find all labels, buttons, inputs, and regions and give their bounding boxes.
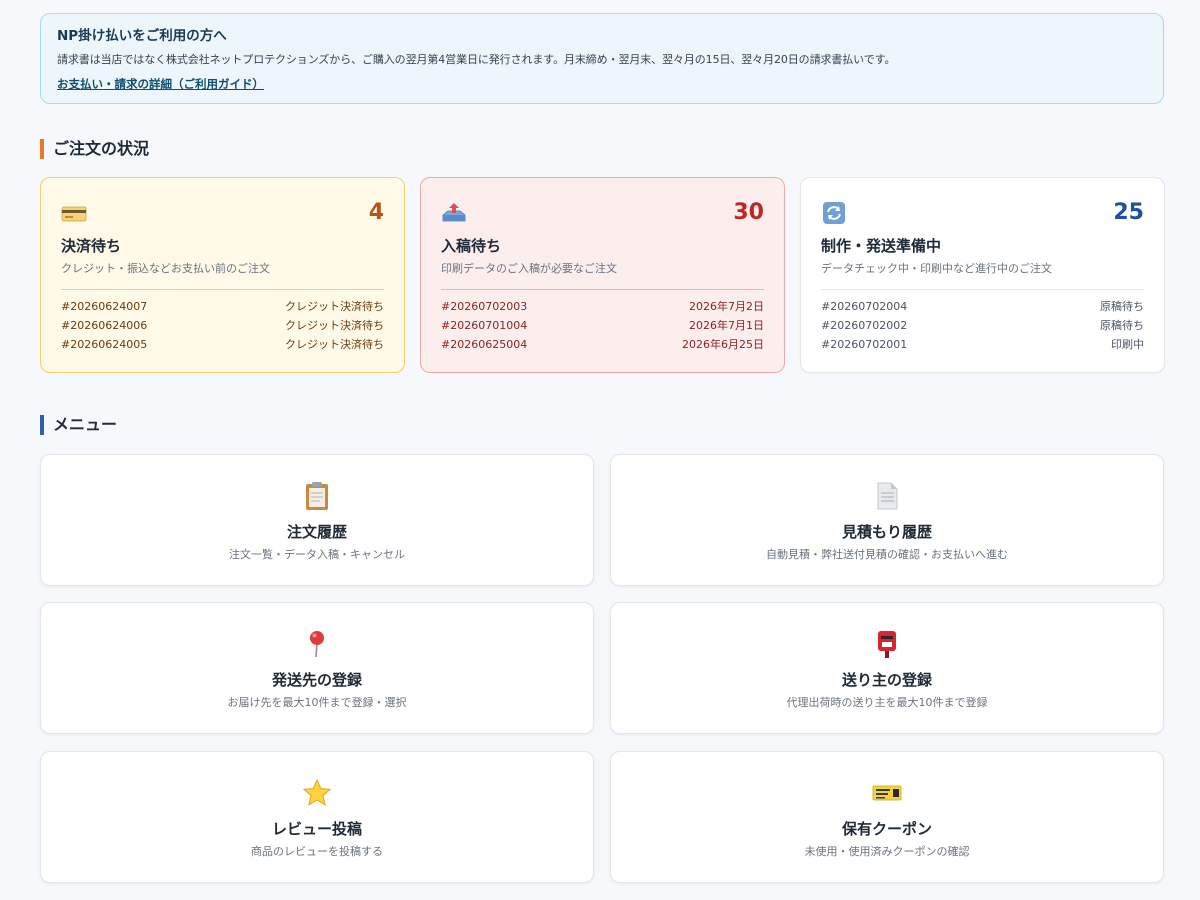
order-row[interactable]: #20260702001 印刷中 [821, 335, 1144, 354]
star-icon [302, 778, 332, 806]
notice-body: 請求書は当店ではなく株式会社ネットプロテクションズから、ご購入の翌月第4営業日に… [57, 53, 896, 66]
order-number: #20260701004 [441, 319, 528, 332]
order-state: 印刷中 [1111, 338, 1144, 351]
order-number: #20260702003 [441, 300, 528, 313]
order-row[interactable]: #20260625004 2026年6月25日 [441, 335, 764, 354]
order-row[interactable]: #20260624007 クレジット決済待ち [61, 297, 384, 316]
menu-coupons[interactable]: 保有クーポン 未使用・使用済みクーポンの確認 [610, 751, 1164, 883]
status-card-awaiting-payment[interactable]: 4 決済待ち クレジット・振込などお支払い前のご注文 #20260624007 ク… [40, 177, 405, 373]
order-state: クレジット決済待ち [285, 338, 384, 351]
menu-subtitle: 商品のレビューを投稿する [251, 845, 383, 858]
status-card-in-production[interactable]: 25 制作・発送準備中 データチェック中・印刷中など進行中のご注文 #20260… [800, 177, 1165, 373]
in-production-count: 25 [1113, 200, 1144, 225]
divider [821, 289, 1144, 290]
order-state: クレジット決済待ち [285, 319, 384, 332]
document-icon [877, 482, 898, 510]
status-card-title: 入稿待ち [441, 237, 502, 255]
menu-title: 発送先の登録 [271, 671, 362, 689]
order-number: #20260702004 [821, 300, 908, 313]
ticket-icon [872, 785, 902, 801]
payment-guide-link[interactable]: お支払い・請求の詳細（ご利用ガイド） [57, 76, 264, 92]
menu-subtitle: 自動見積・弊社送付見積の確認・お支払いへ進む [766, 548, 1008, 561]
menu-review-post[interactable]: レビュー投稿 商品のレビューを投稿する [40, 751, 594, 883]
order-number: #20260702002 [821, 319, 908, 332]
menu-heading: メニュー [40, 415, 117, 435]
menu-quote-history[interactable]: 見積もり履歴 自動見積・弊社送付見積の確認・お支払いへ進む [610, 454, 1164, 586]
order-row[interactable]: #20260702002 原稿待ち [821, 316, 1144, 335]
menu-title: 保有クーポン [841, 820, 932, 838]
status-card-subtitle: データチェック中・印刷中など進行中のご注文 [821, 262, 1052, 275]
order-row[interactable]: #20260702003 2026年7月2日 [441, 297, 764, 316]
menu-subtitle: 未使用・使用済みクーポンの確認 [804, 845, 970, 858]
menu-shipping-address[interactable]: 発送先の登録 お届け先を最大10件まで登録・選択 [40, 602, 594, 734]
pushpin-icon [310, 631, 324, 658]
np-payment-notice: NP掛け払いをご利用の方へ 請求書は当店ではなく株式会社ネットプロテクションズか… [40, 13, 1164, 104]
postbox-icon [878, 631, 896, 658]
order-number: #20260624007 [61, 300, 148, 313]
order-status-heading: ご注文の状況 [40, 139, 149, 159]
refresh-icon [823, 202, 845, 224]
menu-title: 注文履歴 [286, 523, 347, 541]
clipboard-icon [306, 482, 328, 510]
menu-subtitle: お届け先を最大10件まで登録・選択 [227, 696, 407, 709]
status-card-subtitle: クレジット・振込などお支払い前のご注文 [61, 262, 270, 275]
status-card-title: 制作・発送準備中 [821, 237, 942, 255]
order-state: 原稿待ち [1100, 300, 1144, 313]
order-number: #20260625004 [441, 338, 528, 351]
credit-card-icon [61, 206, 87, 222]
menu-order-history[interactable]: 注文履歴 注文一覧・データ入稿・キャンセル [40, 454, 594, 586]
status-card-awaiting-upload[interactable]: 30 入稿待ち 印刷データのご入稿が必要なご注文 #20260702003 202… [420, 177, 785, 373]
order-row[interactable]: #20260701004 2026年7月1日 [441, 316, 764, 335]
menu-title: 見積もり履歴 [841, 523, 932, 541]
order-number: #20260702001 [821, 338, 908, 351]
order-date: 2026年7月2日 [689, 300, 764, 313]
divider [61, 289, 384, 290]
order-number: #20260624006 [61, 319, 148, 332]
order-date: 2026年6月25日 [682, 338, 764, 351]
status-card-title: 決済待ち [61, 237, 122, 255]
order-state: 原稿待ち [1100, 319, 1144, 332]
inbox-tray-icon [442, 203, 466, 222]
order-row[interactable]: #20260624006 クレジット決済待ち [61, 316, 384, 335]
menu-title: レビュー投稿 [271, 820, 362, 838]
awaiting-upload-count: 30 [733, 200, 764, 225]
order-state: クレジット決済待ち [285, 300, 384, 313]
menu-subtitle: 代理出荷時の送り主を最大10件まで登録 [786, 696, 988, 709]
menu-sender-registration[interactable]: 送り主の登録 代理出荷時の送り主を最大10件まで登録 [610, 602, 1164, 734]
awaiting-payment-count: 4 [368, 200, 384, 225]
menu-subtitle: 注文一覧・データ入稿・キャンセル [229, 548, 405, 561]
order-number: #20260624005 [61, 338, 148, 351]
menu-title: 送り主の登録 [841, 671, 932, 689]
status-card-subtitle: 印刷データのご入稿が必要なご注文 [441, 262, 617, 275]
order-row[interactable]: #20260702004 原稿待ち [821, 297, 1144, 316]
notice-title: NP掛け払いをご利用の方へ [57, 28, 227, 44]
order-row[interactable]: #20260624005 クレジット決済待ち [61, 335, 384, 354]
order-date: 2026年7月1日 [689, 319, 764, 332]
divider [441, 289, 764, 290]
